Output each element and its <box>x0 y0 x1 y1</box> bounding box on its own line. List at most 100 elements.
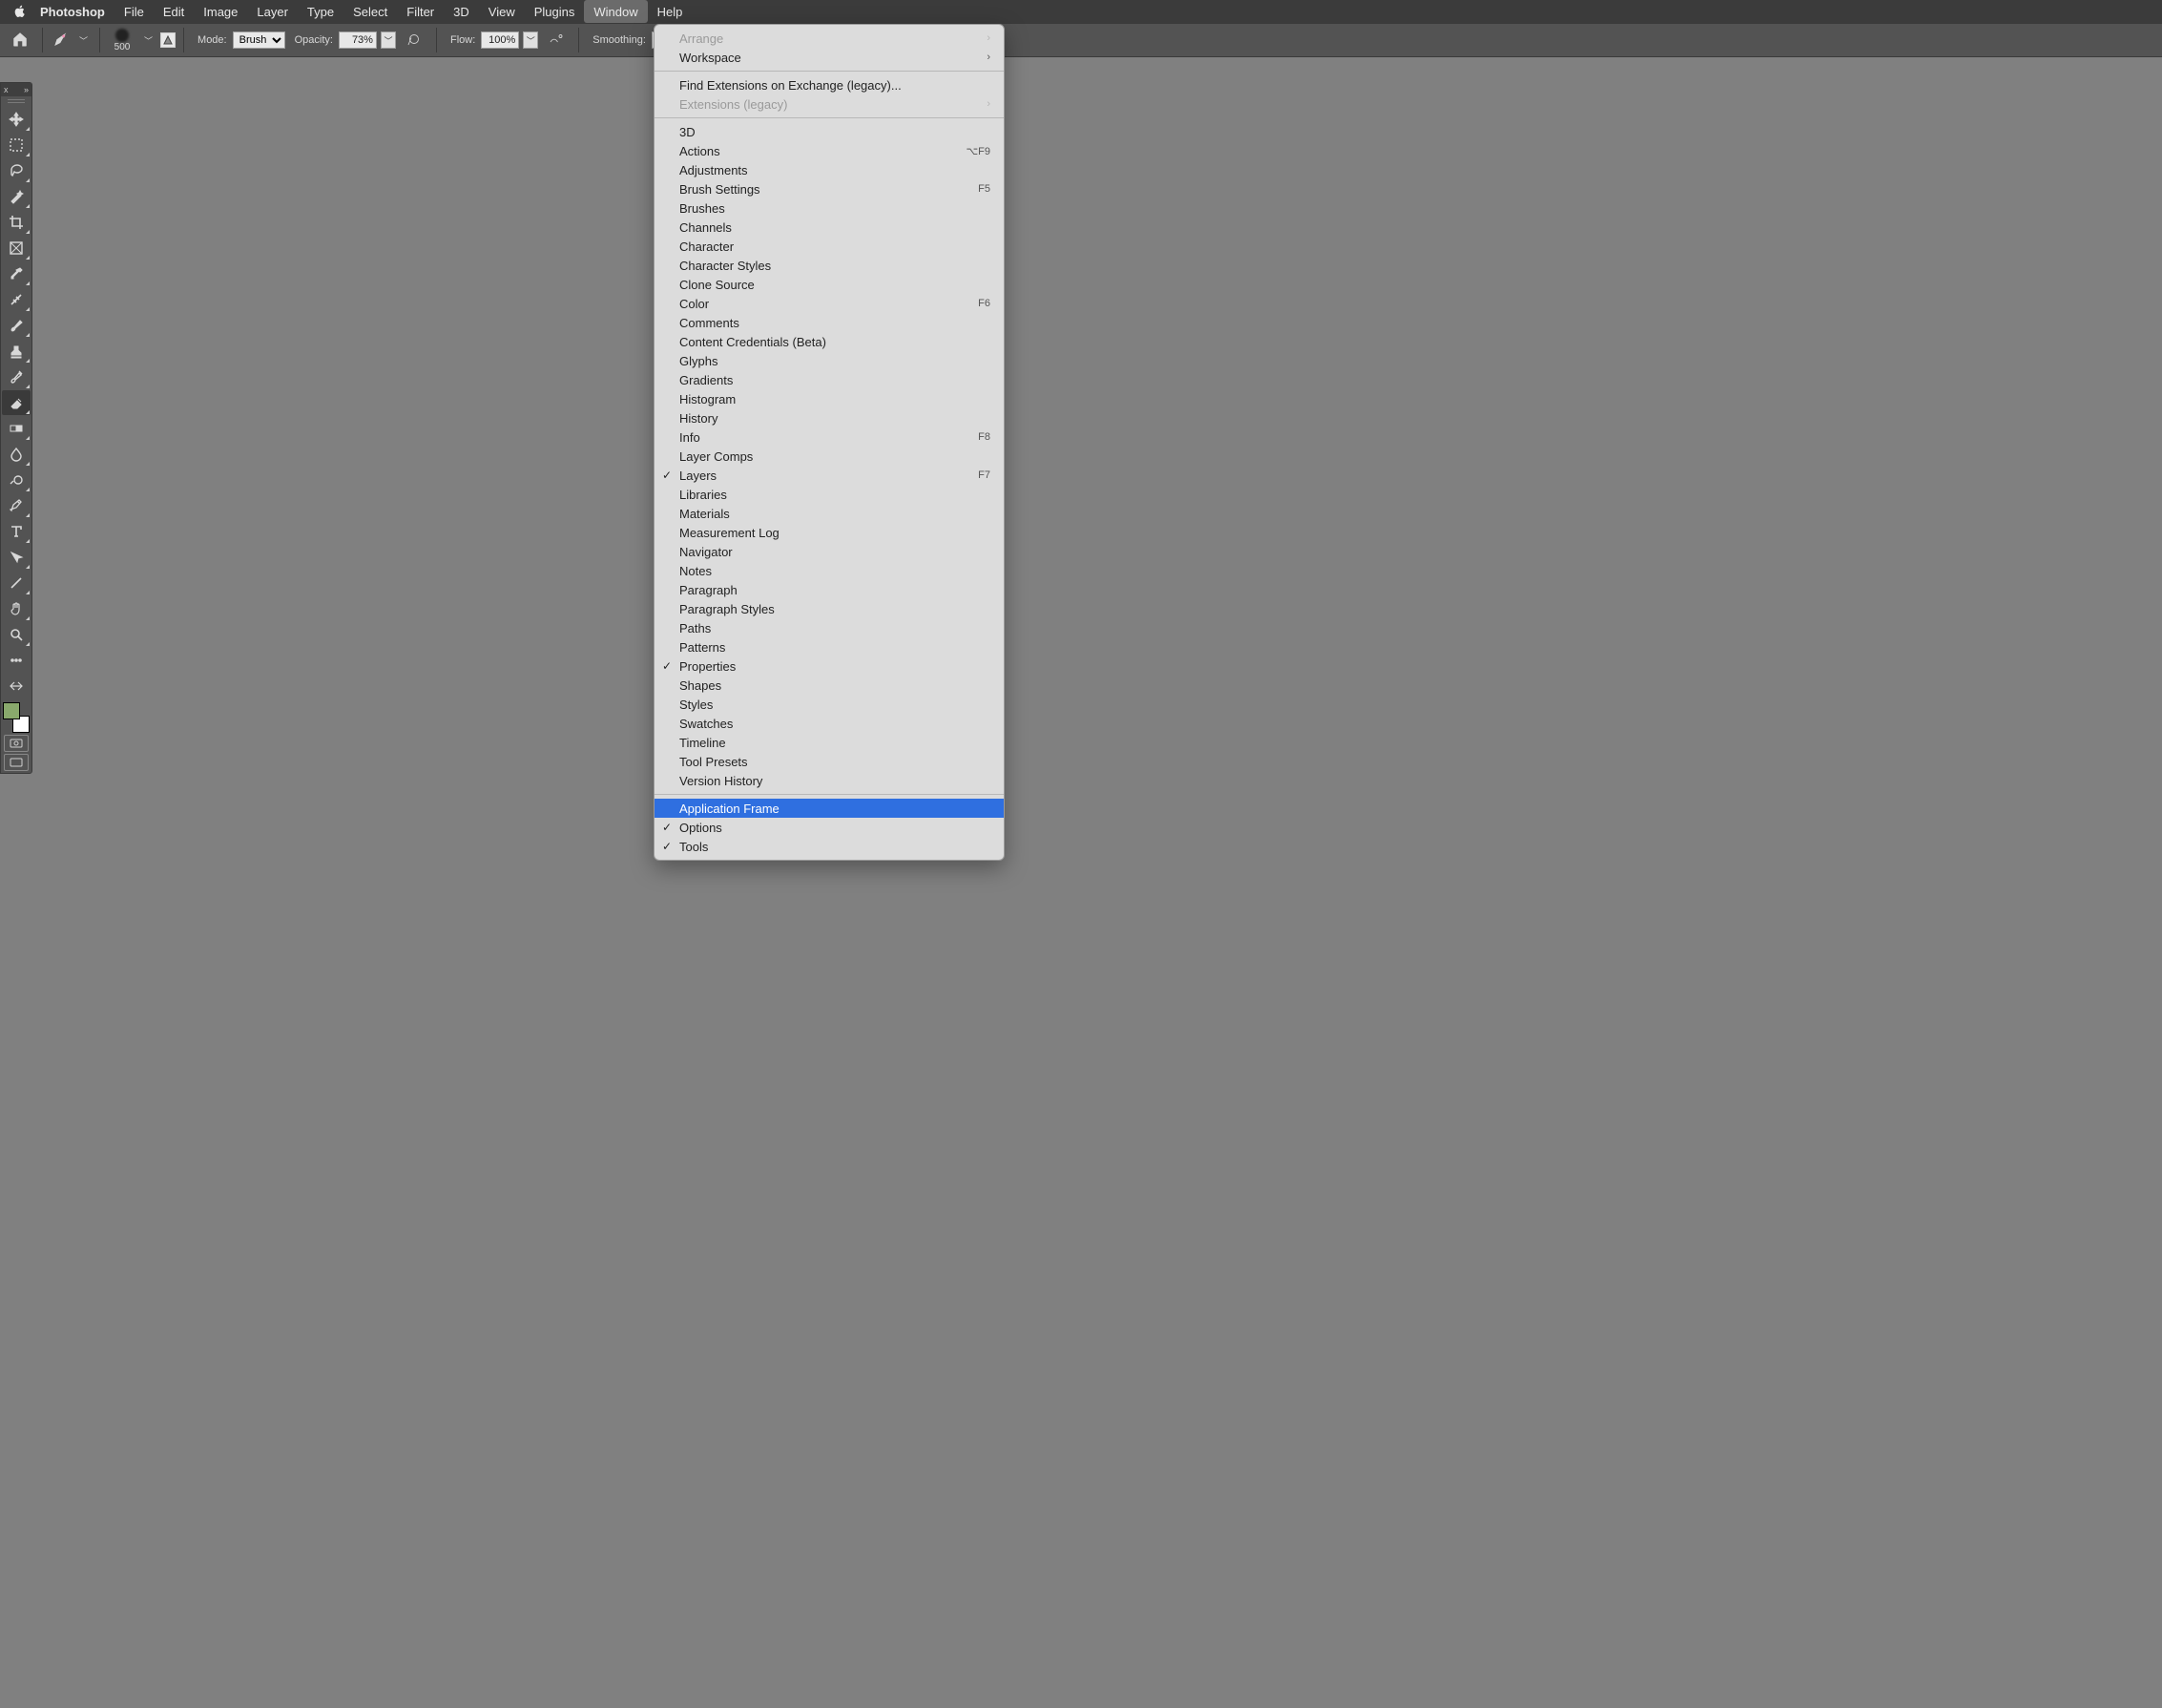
menu-item-options[interactable]: ✓Options <box>655 818 1004 837</box>
menu-item-paragraph[interactable]: Paragraph <box>655 580 1004 599</box>
path-tool[interactable] <box>2 545 31 570</box>
menu-item-find-extensions-on-exchange-legacy[interactable]: Find Extensions on Exchange (legacy)... <box>655 75 1004 94</box>
heal-tool[interactable] <box>2 287 31 312</box>
flow-caret-icon[interactable]: ﹀ <box>523 31 538 49</box>
menubar-item-file[interactable]: File <box>114 0 154 23</box>
color-swatches[interactable] <box>3 702 30 733</box>
apple-icon[interactable] <box>10 5 31 18</box>
menubar-item-help[interactable]: Help <box>648 0 693 23</box>
menubar-item-view[interactable]: View <box>479 0 525 23</box>
menu-item-libraries[interactable]: Libraries <box>655 485 1004 504</box>
menubar-item-window[interactable]: Window <box>584 0 647 23</box>
brush-preset-picker[interactable]: 500 <box>108 29 136 52</box>
menu-item-swatches[interactable]: Swatches <box>655 714 1004 733</box>
menu-item-character[interactable]: Character <box>655 237 1004 256</box>
marquee-tool[interactable] <box>2 133 31 157</box>
menu-item-layer-comps[interactable]: Layer Comps <box>655 447 1004 466</box>
flow-value[interactable]: 100% <box>481 31 519 49</box>
menu-item-version-history[interactable]: Version History <box>655 771 1004 790</box>
menu-item-clone-source[interactable]: Clone Source <box>655 275 1004 294</box>
menu-item-navigator[interactable]: Navigator <box>655 542 1004 561</box>
move-tool[interactable] <box>2 107 31 132</box>
submenu-arrow-icon: › <box>987 98 990 110</box>
menu-item-styles[interactable]: Styles <box>655 695 1004 714</box>
eraser-tool[interactable] <box>2 390 31 415</box>
menu-item-history[interactable]: History <box>655 408 1004 427</box>
brush-tool[interactable] <box>2 313 31 338</box>
opacity-caret-icon[interactable]: ﹀ <box>381 31 396 49</box>
screenmode-toggle[interactable] <box>4 754 29 771</box>
menu-item-paths[interactable]: Paths <box>655 618 1004 637</box>
menu-item-application-frame[interactable]: Application Frame <box>655 799 1004 818</box>
tool-preset-caret-icon[interactable]: ﹀ <box>75 34 92 47</box>
mode-select[interactable]: Brush <box>233 31 285 49</box>
hand-tool[interactable] <box>2 596 31 621</box>
menubar-item-filter[interactable]: Filter <box>397 0 444 23</box>
zoom-tool[interactable] <box>2 622 31 647</box>
menu-item-info[interactable]: InfoF8 <box>655 427 1004 447</box>
pen-tool[interactable] <box>2 493 31 518</box>
menu-item-adjustments[interactable]: Adjustments <box>655 160 1004 179</box>
menu-item-actions[interactable]: Actions⌥F9 <box>655 141 1004 160</box>
menu-item-timeline[interactable]: Timeline <box>655 733 1004 752</box>
menubar-item-3d[interactable]: 3D <box>444 0 479 23</box>
airbrush-icon[interactable] <box>542 31 571 51</box>
eyedrop-tool[interactable] <box>2 261 31 286</box>
menu-item-notes[interactable]: Notes <box>655 561 1004 580</box>
menu-item-tool-presets[interactable]: Tool Presets <box>655 752 1004 771</box>
menubar-item-edit[interactable]: Edit <box>154 0 194 23</box>
menu-item-properties[interactable]: ✓Properties <box>655 656 1004 676</box>
menu-item-gradients[interactable]: Gradients <box>655 370 1004 389</box>
dodge-tool[interactable] <box>2 468 31 492</box>
menubar-item-type[interactable]: Type <box>298 0 343 23</box>
menu-item-brushes[interactable]: Brushes <box>655 198 1004 218</box>
foreground-color-swatch[interactable] <box>3 702 20 719</box>
line-tool[interactable] <box>2 571 31 595</box>
frame-tool[interactable] <box>2 236 31 260</box>
menu-item-patterns[interactable]: Patterns <box>655 637 1004 656</box>
menu-item-layers[interactable]: ✓LayersF7 <box>655 466 1004 485</box>
wand-tool[interactable] <box>2 184 31 209</box>
menu-item-channels[interactable]: Channels <box>655 218 1004 237</box>
menu-item-comments[interactable]: Comments <box>655 313 1004 332</box>
menu-item-workspace[interactable]: Workspace› <box>655 48 1004 67</box>
menubar-item-layer[interactable]: Layer <box>247 0 298 23</box>
brush-panel-toggle[interactable] <box>160 32 176 48</box>
crop-tool[interactable] <box>2 210 31 235</box>
menubar-item-image[interactable]: Image <box>194 0 247 23</box>
menu-item-paragraph-styles[interactable]: Paragraph Styles <box>655 599 1004 618</box>
quickmask-toggle[interactable] <box>4 735 29 752</box>
gradient-tool[interactable] <box>2 416 31 441</box>
menu-item-content-credentials-beta[interactable]: Content Credentials (Beta) <box>655 332 1004 351</box>
tools-tabbar[interactable]: x » <box>1 83 31 96</box>
opacity-value[interactable]: 73% <box>339 31 377 49</box>
menu-item-shapes[interactable]: Shapes <box>655 676 1004 695</box>
menu-item-materials[interactable]: Materials <box>655 504 1004 523</box>
current-tool-icon[interactable] <box>51 30 72 51</box>
menu-item-tools[interactable]: ✓Tools <box>655 837 1004 856</box>
blur-tool[interactable] <box>2 442 31 467</box>
menubar-item-plugins[interactable]: Plugins <box>525 0 585 23</box>
menu-item-3d[interactable]: 3D <box>655 122 1004 141</box>
menu-item-histogram[interactable]: Histogram <box>655 389 1004 408</box>
history-tool[interactable] <box>2 365 31 389</box>
home-button[interactable] <box>6 27 34 54</box>
tools-close-icon[interactable]: x <box>4 85 9 94</box>
menu-item-glyphs[interactable]: Glyphs <box>655 351 1004 370</box>
menu-item-brush-settings[interactable]: Brush SettingsF5 <box>655 179 1004 198</box>
menu-item-measurement-log[interactable]: Measurement Log <box>655 523 1004 542</box>
menubar-app-name[interactable]: Photoshop <box>31 0 114 23</box>
menu-item-color[interactable]: ColorF6 <box>655 294 1004 313</box>
stamp-tool[interactable] <box>2 339 31 364</box>
menu-item-character-styles[interactable]: Character Styles <box>655 256 1004 275</box>
tools-grip-icon[interactable] <box>1 96 31 106</box>
pressure-opacity-icon[interactable] <box>400 31 428 51</box>
type-tool[interactable] <box>2 519 31 544</box>
tools-expand-icon[interactable]: » <box>24 85 29 94</box>
lasso-tool[interactable] <box>2 158 31 183</box>
brush-caret-icon[interactable]: ﹀ <box>140 34 156 47</box>
menubar-item-select[interactable]: Select <box>343 0 397 23</box>
edit-tool[interactable] <box>2 674 31 698</box>
canvas-area[interactable] <box>0 57 2162 1708</box>
more-tool[interactable] <box>2 648 31 673</box>
